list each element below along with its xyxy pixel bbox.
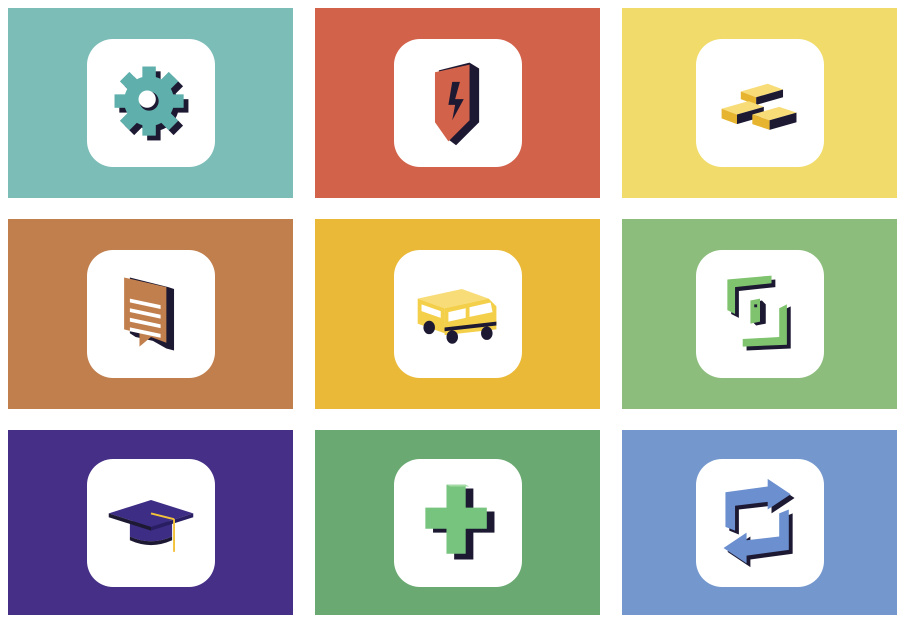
tile-medical-cross[interactable] (315, 430, 600, 615)
icon-card (393, 250, 522, 378)
gold-bars-icon (721, 83, 796, 130)
tile-bracket-frame[interactable] (622, 219, 897, 409)
icon-card (393, 39, 522, 167)
tile-message-board[interactable] (8, 219, 293, 409)
icon-card (393, 458, 522, 587)
tile-gold-bars[interactable] (622, 8, 897, 198)
tile-lightning-shield[interactable] (315, 8, 600, 198)
gear-icon (114, 66, 188, 141)
message-board-icon (123, 277, 174, 351)
icon-card (86, 39, 215, 167)
icon-card (86, 458, 215, 587)
tile-graduation-cap[interactable] (8, 430, 293, 615)
tile-refresh-arrows[interactable] (622, 430, 897, 615)
lightning-shield-icon (434, 62, 479, 146)
bracket-frame-icon (726, 275, 791, 351)
icon-card (695, 458, 824, 587)
graduation-cap-icon (108, 499, 193, 552)
tile-gear[interactable] (8, 8, 293, 198)
icon-card (86, 250, 215, 378)
icon-card (695, 250, 824, 378)
medical-cross-icon (424, 484, 494, 559)
bus-icon (417, 289, 496, 344)
refresh-arrows-icon (723, 478, 795, 567)
tile-bus[interactable] (315, 219, 600, 409)
icon-card (695, 39, 824, 167)
icon-tile-grid (8, 8, 897, 615)
